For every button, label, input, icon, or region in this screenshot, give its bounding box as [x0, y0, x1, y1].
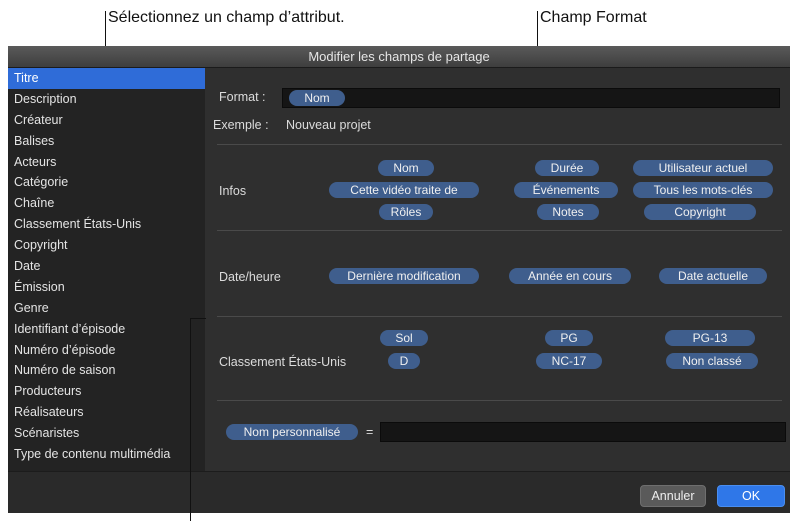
- attribute-item-categorie[interactable]: Catégorie: [8, 172, 205, 193]
- group-label-infos: Infos: [219, 184, 247, 198]
- attribute-item-description[interactable]: Description: [8, 89, 205, 110]
- token-evenements[interactable]: Événements: [514, 182, 618, 198]
- divider: [217, 144, 782, 145]
- attribute-item-createur[interactable]: Créateur: [8, 110, 205, 131]
- token-duree[interactable]: Durée: [535, 160, 599, 176]
- cancel-button[interactable]: Annuler: [640, 485, 706, 507]
- token-roles[interactable]: Rôles: [379, 204, 433, 220]
- divider: [217, 316, 782, 317]
- attribute-item-realisateurs[interactable]: Réalisateurs: [8, 402, 205, 423]
- attribute-item-date[interactable]: Date: [8, 256, 205, 277]
- attribute-item-identifiant-episode[interactable]: Identifiant d’épisode: [8, 319, 205, 340]
- ok-button[interactable]: OK: [717, 485, 785, 507]
- token-tous-mots-cles[interactable]: Tous les mots-clés: [633, 182, 773, 198]
- attribute-item-copyright[interactable]: Copyright: [8, 235, 205, 256]
- attribute-item-chaine[interactable]: Chaîne: [8, 193, 205, 214]
- token-cette-video[interactable]: Cette vidéo traite de: [329, 182, 479, 198]
- callout-line-list: [190, 318, 191, 521]
- token-d[interactable]: D: [388, 353, 420, 369]
- format-token-nom[interactable]: Nom: [289, 90, 345, 106]
- token-nom[interactable]: Nom: [378, 160, 434, 176]
- divider: [217, 400, 782, 401]
- token-nc-17[interactable]: NC-17: [536, 353, 602, 369]
- callout-line-list-top: [190, 318, 206, 319]
- attribute-list: Titre Description Créateur Balises Acteu…: [8, 68, 205, 471]
- token-annee-en-cours[interactable]: Année en cours: [509, 268, 631, 284]
- attribute-item-titre[interactable]: Titre: [8, 68, 205, 89]
- format-label: Format :: [219, 90, 266, 104]
- callout-format-field: Champ Format: [540, 9, 647, 26]
- format-editor: Format : Nom Exemple : Nouveau projet In…: [205, 68, 790, 471]
- dialog-title: Modifier les champs de partage: [8, 46, 790, 68]
- token-non-classe[interactable]: Non classé: [666, 353, 758, 369]
- custom-name-field[interactable]: [380, 422, 786, 442]
- example-value: Nouveau projet: [286, 118, 371, 132]
- token-pg-13[interactable]: PG-13: [665, 330, 755, 346]
- callout-select-attribute: Sélectionnez un champ d’attribut.: [108, 9, 345, 26]
- attribute-item-acteurs[interactable]: Acteurs: [8, 152, 205, 173]
- attribute-item-balises[interactable]: Balises: [8, 131, 205, 152]
- token-notes[interactable]: Notes: [537, 204, 599, 220]
- attribute-item-classement[interactable]: Classement États-Unis: [8, 214, 205, 235]
- token-pg[interactable]: PG: [545, 330, 593, 346]
- attribute-item-emission[interactable]: Émission: [8, 277, 205, 298]
- example-label: Exemple :: [213, 118, 269, 132]
- divider: [217, 230, 782, 231]
- attribute-item-producteurs[interactable]: Producteurs: [8, 381, 205, 402]
- custom-name-token[interactable]: Nom personnalisé: [226, 424, 358, 440]
- custom-equals: =: [366, 425, 374, 439]
- attribute-item-scenaristes[interactable]: Scénaristes: [8, 423, 205, 444]
- token-date-actuelle[interactable]: Date actuelle: [659, 268, 767, 284]
- group-label-date-heure: Date/heure: [219, 270, 281, 284]
- attribute-item-genre[interactable]: Genre: [8, 298, 205, 319]
- token-sol[interactable]: Sol: [380, 330, 428, 346]
- group-label-classement: Classement États-Unis: [219, 355, 347, 369]
- attribute-item-numero-saison[interactable]: Numéro de saison: [8, 360, 205, 381]
- token-derniere-modification[interactable]: Dernière modification: [329, 268, 479, 284]
- format-field[interactable]: Nom: [282, 88, 780, 108]
- attribute-item-type-contenu[interactable]: Type de contenu multimédia: [8, 444, 205, 465]
- attribute-item-numero-episode[interactable]: Numéro d’épisode: [8, 340, 205, 361]
- token-utilisateur-actuel[interactable]: Utilisateur actuel: [633, 160, 773, 176]
- share-fields-dialog: Modifier les champs de partage Titre Des…: [8, 46, 790, 513]
- token-copyright[interactable]: Copyright: [644, 204, 756, 220]
